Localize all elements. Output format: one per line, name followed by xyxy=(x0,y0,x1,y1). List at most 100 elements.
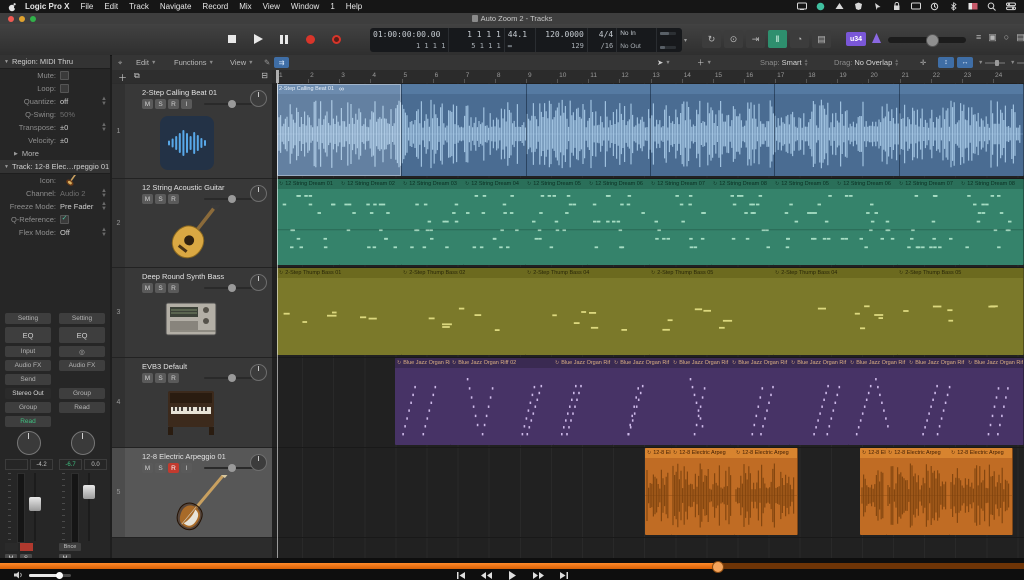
track-mute-button[interactable]: M xyxy=(142,283,153,293)
region[interactable]: ↻12 String Dream 07 xyxy=(897,179,960,265)
region-row-1[interactable]: Loop: xyxy=(0,82,110,95)
menu-item-mix[interactable]: Mix xyxy=(239,2,251,11)
track-pan-knob[interactable] xyxy=(250,274,267,291)
count-in-button[interactable]: ⇥ xyxy=(746,30,765,48)
track-volume-thumb[interactable] xyxy=(228,374,236,382)
region[interactable]: ↻12 String Dream 04 xyxy=(463,179,526,265)
display-icon[interactable] xyxy=(911,2,921,11)
region[interactable]: ↻12-8 Electric Arpeg xyxy=(886,448,950,535)
region-row-5[interactable]: Velocity:±0 xyxy=(0,134,110,147)
track-lane-4[interactable]: ↻Blue Jazz Organ Rif↻Blue Jazz Organ Rif… xyxy=(272,358,1024,448)
track-mute-button[interactable]: M xyxy=(142,463,153,473)
track-name[interactable]: 12 String Acoustic Guitar xyxy=(142,183,225,192)
track-solo-button[interactable]: S xyxy=(155,373,166,383)
track-volume-slider[interactable] xyxy=(204,467,256,469)
bluetooth-icon[interactable] xyxy=(949,2,959,11)
region[interactable]: ↻Blue Jazz Organ Rif xyxy=(789,358,849,445)
track-lane-1[interactable]: 2-Step Calling Beat 01∞ xyxy=(272,84,1024,179)
input-flag-icon[interactable] xyxy=(968,2,978,11)
track-header-3[interactable]: 3Deep Round Synth BassMSR xyxy=(112,268,272,358)
fast-forward-button[interactable] xyxy=(533,572,544,579)
track-name[interactable]: EVB3 Default xyxy=(142,362,187,371)
track-volume-slider[interactable] xyxy=(204,103,256,105)
rewind-button[interactable] xyxy=(481,572,492,579)
region-inspector-header[interactable]: ▼Region: MIDI Thru xyxy=(0,55,110,69)
track-lane-2[interactable]: ↻12 String Dream 01↻12 String Dream 02↻1… xyxy=(272,179,1024,268)
strip-group-button[interactable]: Group xyxy=(5,402,51,413)
record-button[interactable] xyxy=(300,31,320,47)
menu-item-1[interactable]: 1 xyxy=(330,2,334,11)
track-name[interactable]: Deep Round Synth Bass xyxy=(142,272,224,281)
fader-cap[interactable] xyxy=(83,485,95,499)
region[interactable]: ↻2-Step Thump Bass 01 xyxy=(277,268,402,355)
region[interactable]: ↻Blue Jazz Organ Rif xyxy=(553,358,613,445)
disclosure-triangle-icon[interactable]: ▼ xyxy=(4,59,9,65)
stepper-icon[interactable]: ▲▼ xyxy=(101,123,107,133)
fader-cap[interactable] xyxy=(29,497,41,511)
loop-browser-button[interactable]: ○ xyxy=(1004,32,1009,43)
track-record-button[interactable]: R xyxy=(168,463,179,473)
track-volume-thumb[interactable] xyxy=(228,284,236,292)
track-input-button[interactable]: I xyxy=(181,99,192,109)
track-volume-thumb[interactable] xyxy=(228,100,236,108)
region[interactable]: ↻2-Step Thump Bass 04 xyxy=(525,268,650,355)
lcd-time[interactable]: 01:00:00:00.00 1 1 1 1 xyxy=(370,28,449,52)
track-volume-thumb[interactable] xyxy=(228,195,236,203)
region[interactable]: 2-Step Calling Beat 01∞ xyxy=(277,84,1024,176)
master-volume-slider[interactable] xyxy=(888,37,966,43)
track-mute-button[interactable]: M xyxy=(142,99,153,109)
apple-icon[interactable] xyxy=(8,2,17,12)
track-header-5[interactable]: 512-8 Electric Arpeggio 01MSRI xyxy=(112,448,272,538)
region-row-6[interactable]: ▶More xyxy=(0,147,110,160)
track-solo-button[interactable]: S xyxy=(155,99,166,109)
lcd-mode-chevron-icon[interactable]: ▾ xyxy=(684,37,687,44)
track-mute-button[interactable]: M xyxy=(142,373,153,383)
skip-back-button[interactable] xyxy=(457,572,465,579)
horizontal-auto-zoom-button[interactable]: ↔ xyxy=(957,57,973,68)
duplicate-track-button[interactable]: ⧉ xyxy=(134,71,140,81)
region-row-2[interactable]: Quantize:off▲▼ xyxy=(0,95,110,108)
cursor-icon[interactable] xyxy=(873,2,883,11)
automation-pencil-icon[interactable]: ✎ xyxy=(264,55,270,70)
pause-button[interactable] xyxy=(274,31,294,47)
disclosure-triangle-icon[interactable]: ▼ xyxy=(4,164,9,170)
track-pan-knob[interactable] xyxy=(250,364,267,381)
region[interactable]: ↻Blue Jazz Organ Rif xyxy=(612,358,672,445)
menu-item-view[interactable]: View xyxy=(263,2,280,11)
track-name[interactable]: 2-Step Calling Beat 01 xyxy=(142,88,217,97)
track-value-1[interactable]: Audio 2 xyxy=(60,189,85,198)
region[interactable]: ↻12-8 Ele xyxy=(645,448,672,535)
track-record-button[interactable]: R xyxy=(168,373,179,383)
track-volume-slider[interactable] xyxy=(204,377,256,379)
lcd-load-meters[interactable] xyxy=(657,28,682,52)
control-center-icon[interactable] xyxy=(1006,2,1016,11)
region[interactable]: ↻12-8 Electric Arpeg xyxy=(949,448,1013,535)
track-value-2[interactable]: Pre Fader xyxy=(60,202,93,211)
track-icon-thumbnail[interactable] xyxy=(62,175,80,187)
region-value-4[interactable]: ±0 xyxy=(60,123,68,132)
track-solo-button[interactable]: S xyxy=(155,194,166,204)
skip-forward-button[interactable] xyxy=(560,572,568,579)
strip-setting-button[interactable]: Setting xyxy=(59,313,105,324)
track-lane-5[interactable]: ↻12-8 Ele ↻12-8 Electric Arpeg↻12-8 Elect… xyxy=(272,448,1024,538)
play-button[interactable] xyxy=(248,31,268,47)
airplay-icon[interactable] xyxy=(835,2,845,11)
strip-audio-fx-button[interactable]: Audio FX xyxy=(59,360,105,371)
vertical-zoom-slider[interactable]: ▼ xyxy=(978,55,999,70)
menu-item-track[interactable]: Track xyxy=(129,2,149,11)
lcd-position[interactable]: 1 1 1 1 5 1 1 1 xyxy=(449,28,504,52)
region[interactable]: ↻Blue Jazz Organ Rif xyxy=(730,358,790,445)
track-name[interactable]: 12-8 Electric Arpeggio 01 xyxy=(142,452,226,461)
region[interactable]: ↻12 String Dream 07 xyxy=(649,179,712,265)
track-row-3[interactable]: Q-Reference:✓ xyxy=(0,213,110,226)
horizontal-zoom-slider[interactable]: ▼ xyxy=(1010,55,1024,70)
shield-icon[interactable] xyxy=(854,2,864,11)
region[interactable]: ↻Blue Jazz Organ Rif xyxy=(395,358,451,445)
arrange-area[interactable]: 2-Step Calling Beat 01∞↻12 String Dream … xyxy=(272,83,1024,558)
catch-playhead-button[interactable]: ⇉ xyxy=(274,57,289,68)
lcd-sample-rate[interactable]: 44.1 ▬ xyxy=(505,28,536,52)
strip-setting-button[interactable]: Setting xyxy=(5,313,51,324)
track-inspector-header[interactable]: ▼Track: 12-8 Elec…rpeggio 01 xyxy=(0,160,110,174)
track-pan-knob[interactable] xyxy=(250,90,267,107)
lcd-tempo[interactable]: 120.0000 129 xyxy=(536,28,588,52)
